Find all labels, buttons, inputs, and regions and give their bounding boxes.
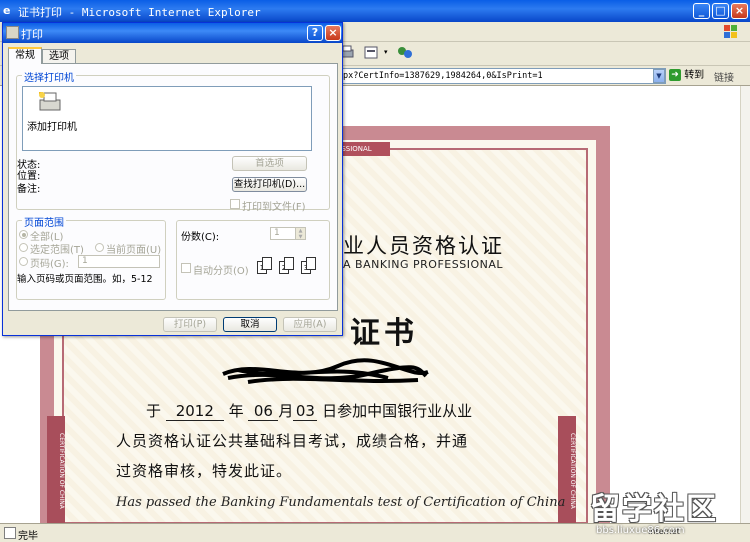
collate-page-icon [306,257,316,270]
cancel-button[interactable]: 取消 [223,317,277,332]
messenger-icon[interactable] [396,44,414,62]
range-selection-label: 选定范围(T) [30,245,84,256]
status-text: 完毕 [18,531,38,542]
range-pages-label: 页码(G): [30,259,69,270]
minimize-button[interactable]: _ [693,3,710,19]
find-printer-button[interactable]: 查找打印机(D)... [232,177,307,192]
print-to-file-checkbox[interactable] [230,199,240,209]
certificate-line-2: 人员资格认证公共基础科目考试，成绩合格，并通 [116,432,469,450]
window-title: 证书打印 - Microsoft Internet Explorer [18,6,261,19]
printer-list[interactable]: 添加打印机 [22,86,312,151]
dialog-title: 打印 [21,28,43,41]
go-button[interactable]: ➜ 转到 [669,68,709,84]
watermark-url: bbs.liuxue86.com [596,525,685,536]
collate-checkbox[interactable] [181,263,191,273]
line1-month-unit: 月 [278,402,294,420]
range-pages-radio[interactable] [19,257,28,266]
copies-spinner-icon[interactable]: ▲ ▼ [295,228,305,240]
print-to-file-label: 打印到文件(F) [242,202,306,213]
address-input[interactable]: px?CertInfo=1387629,1984264,0&IsPrint=1 [340,68,666,84]
exam-year: 2012 [165,402,224,421]
exam-day: 03 [293,402,318,421]
page-range-label: 页面范围 [22,214,66,229]
address-dropdown-icon[interactable]: ▼ [653,69,665,83]
copies-group: 份数(C): 1 ▲▼ 自动分页(O) 1 2 3 [176,220,330,300]
close-button[interactable]: × [731,3,748,19]
add-printer-label[interactable]: 添加打印机 [27,118,77,133]
range-current-radio[interactable] [95,243,104,252]
apply-button[interactable]: 应用(A) [283,317,337,332]
range-selection-radio[interactable] [19,243,28,252]
vertical-scrollbar[interactable] [740,86,750,523]
pages-input[interactable]: 1 [78,255,160,268]
add-printer-icon[interactable] [37,91,63,115]
preferences-button[interactable]: 首选项 [232,156,307,171]
range-hint: 输入页码或页面范围。如，5-12 [17,274,153,285]
exam-month: 06 [248,402,279,421]
certificate-title: 证书 [350,316,418,351]
printer-group: 选择打印机 添加打印机 状态: 位置: 备注: 首选项 查找打印机(D)... … [16,69,330,213]
line1-suffix: 日参加中国银行业从业 [322,402,473,420]
dialog-close-button[interactable]: × [325,25,341,41]
line1-year-unit: 年 [228,402,244,420]
tab-options[interactable]: 选项 [42,49,76,63]
certificate-heading-cn: 业人员资格认证 [343,234,504,258]
comment-label: 备注: [17,184,41,195]
range-current-label: 当前页面(U) [106,245,162,256]
line1-prefix: 于 [146,402,162,420]
edit-icon[interactable] [364,46,380,60]
certificate-line-date: 于 2012 年 06 月 03 日参加中国银行业从业 [146,400,472,421]
certificate-line-en: Has passed the Banking Fundamentals test… [116,495,566,510]
print-button[interactable]: 打印(P) [163,317,217,332]
links-label[interactable]: 链接 [714,69,734,84]
collate-page-icon [262,257,272,270]
collate-label: 自动分页(O) [193,266,249,277]
range-all-radio[interactable] [19,230,28,239]
windows-flag-icon [724,25,737,38]
printer-group-label: 选择打印机 [22,69,76,84]
tab-general[interactable]: 常规 [8,47,42,64]
ie-titlebar: e 证书打印 - Microsoft Internet Explorer _ □… [0,0,750,22]
general-tab-panel: 选择打印机 添加打印机 状态: 位置: 备注: 首选项 查找打印机(D)... … [8,63,338,311]
collate-page-icon [284,257,294,270]
printer-title-icon [6,26,19,39]
page-done-icon [4,527,16,539]
help-button[interactable]: ? [307,25,323,41]
certificate-heading-en: A BANKING PROFESSIONAL [343,258,503,271]
page-range-group: 页面范围 全部(L) 选定范围(T) 当前页面(U) 页码(G): 1 输入页码… [16,214,166,300]
redaction-scribble [222,358,429,384]
maximize-button[interactable]: □ [712,3,729,19]
ie-logo-icon: e [3,4,11,17]
go-arrow-icon: ➜ [669,69,681,81]
certificate-line-3: 过资格审核，特发此证。 [116,462,293,480]
dialog-titlebar: 打印 ? × [3,23,342,43]
watermark-logo: 留学社区 [590,492,718,527]
copies-label: 份数(C): [181,232,220,243]
dropdown-arrow-icon[interactable]: ▾ [384,48,388,56]
certificate-side-left: CERTIFICATION OF CHINA [47,416,65,523]
print-dialog: 打印 ? × 常规 选项 选择打印机 添加打印机 状态: 位置: 备注: 首选项… [2,22,343,336]
go-label: 转到 [684,70,705,81]
